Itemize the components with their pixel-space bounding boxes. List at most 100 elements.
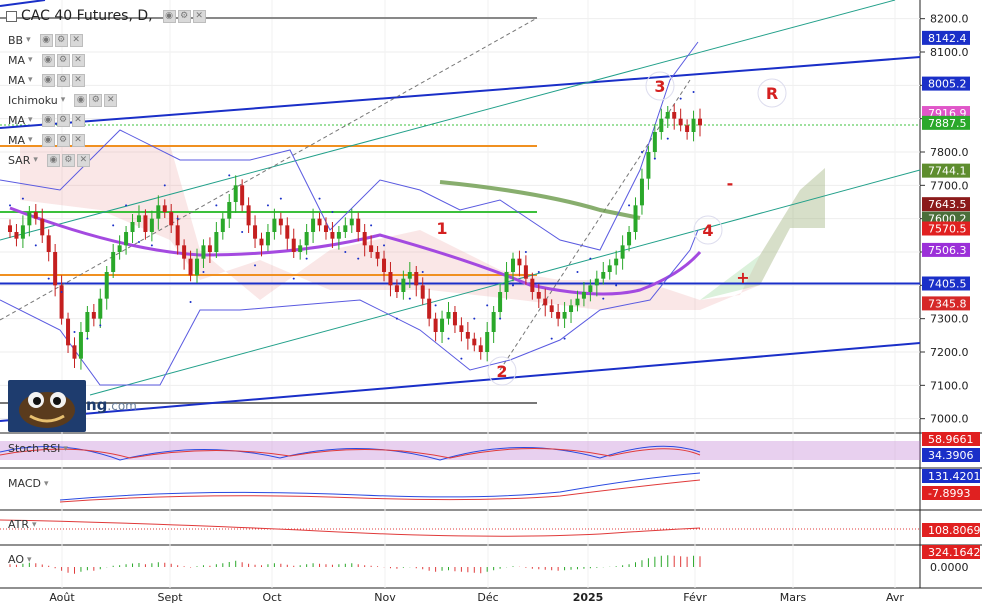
candle-body xyxy=(485,332,490,352)
annotation-label: 2 xyxy=(496,362,507,381)
sar-dot xyxy=(563,337,566,340)
candle-body xyxy=(691,118,696,132)
price-label-text: 8142.4 xyxy=(928,32,967,45)
eye-icon[interactable]: ◉ xyxy=(41,53,55,67)
gear-icon[interactable]: ⚙ xyxy=(177,9,191,23)
candle-body xyxy=(440,318,445,332)
candle-body xyxy=(549,305,554,312)
chevron-down-icon[interactable]: ▾ xyxy=(33,155,38,165)
candle-body xyxy=(91,312,96,319)
sar-dot xyxy=(266,204,269,207)
candle-body xyxy=(665,112,670,119)
chevron-down-icon[interactable]: ▾ xyxy=(32,520,37,530)
indicator-item[interactable]: MA ▾ ◉ ⚙ ✕ xyxy=(8,70,117,90)
candle-body xyxy=(569,305,574,312)
chevron-down-icon[interactable]: ▾ xyxy=(28,115,33,125)
annotation-label: 1 xyxy=(436,219,447,238)
close-icon[interactable]: ✕ xyxy=(71,113,85,127)
gear-icon[interactable]: ⚙ xyxy=(56,53,70,67)
candle-body xyxy=(530,278,535,292)
candle-body xyxy=(311,218,316,232)
candle-body xyxy=(420,285,425,299)
indicator-item[interactable]: MA ▾ ◉ ⚙ ✕ xyxy=(8,50,117,70)
atr-label[interactable]: ATR ▾ xyxy=(8,518,37,531)
close-icon[interactable]: ✕ xyxy=(192,9,206,23)
candle-body xyxy=(698,118,702,126)
collapse-checkbox[interactable] xyxy=(6,10,17,22)
x-tick-label: Sept xyxy=(157,591,183,604)
close-icon[interactable]: ✕ xyxy=(71,73,85,87)
price-chart[interactable]: 8200.08100.08000.07900.07800.07700.07600… xyxy=(0,0,982,604)
candle-body xyxy=(478,345,483,352)
eye-icon[interactable]: ◉ xyxy=(46,153,60,167)
sar-dot xyxy=(73,331,76,333)
logo-mascot-icon xyxy=(19,392,75,428)
ao-label[interactable]: AO ▾ xyxy=(8,553,32,566)
gear-icon[interactable]: ⚙ xyxy=(89,93,103,107)
candle-body xyxy=(685,125,690,132)
annotation-label: 4 xyxy=(702,221,713,240)
indicator-item[interactable]: BB ▾ ◉ ⚙ ✕ xyxy=(8,30,117,50)
sar-dot xyxy=(86,337,89,340)
eye-icon[interactable]: ◉ xyxy=(41,133,55,147)
gear-icon[interactable]: ⚙ xyxy=(56,113,70,127)
close-icon[interactable]: ✕ xyxy=(69,33,83,47)
candle-body xyxy=(433,318,438,332)
y-tick-label: 7200.0 xyxy=(930,346,969,359)
sub-label-text: 108.8069 xyxy=(928,524,981,537)
indicator-item[interactable]: MA ▾ ◉ ⚙ ✕ xyxy=(8,130,117,150)
candle-body xyxy=(195,258,200,276)
chevron-down-icon[interactable]: ▾ xyxy=(27,555,32,565)
sar-dot xyxy=(344,251,347,253)
price-label-text: 7570.5 xyxy=(928,223,967,236)
sar-dot xyxy=(524,251,527,253)
stoch-rsi-label[interactable]: Stoch RSI ▾ xyxy=(8,442,68,455)
close-icon[interactable]: ✕ xyxy=(104,93,118,107)
gear-icon[interactable]: ⚙ xyxy=(54,33,68,47)
indicator-item[interactable]: Ichimoku ▾ ◉ ⚙ ✕ xyxy=(8,90,118,110)
candle-body xyxy=(627,232,632,246)
sar-dot xyxy=(125,204,128,207)
chevron-down-icon[interactable]: ▾ xyxy=(26,35,31,45)
sar-dot xyxy=(47,277,50,280)
sar-dot xyxy=(640,151,643,153)
candle-body xyxy=(104,272,109,299)
stoch-rsi-name: Stoch RSI xyxy=(8,442,61,455)
candle-body xyxy=(652,132,657,152)
chevron-down-icon[interactable]: ▾ xyxy=(61,95,66,105)
chevron-down-icon[interactable]: ▾ xyxy=(28,55,33,65)
chevron-down-icon[interactable]: ▾ xyxy=(28,75,33,85)
candle-body xyxy=(298,245,303,252)
candle-body xyxy=(175,225,180,246)
indicator-item[interactable]: SAR ▾ ◉ ⚙ ✕ xyxy=(8,150,117,170)
close-icon[interactable]: ✕ xyxy=(71,53,85,67)
x-tick-label: Févr xyxy=(683,591,707,604)
chevron-down-icon[interactable]: ▾ xyxy=(28,135,33,145)
chevron-down-icon[interactable]: ▾ xyxy=(44,479,49,489)
eye-icon[interactable]: ◉ xyxy=(39,33,53,47)
sar-dot xyxy=(357,257,360,260)
gear-icon[interactable]: ⚙ xyxy=(61,153,75,167)
candle-body xyxy=(556,312,561,319)
gear-icon[interactable]: ⚙ xyxy=(56,133,70,147)
eye-icon[interactable]: ◉ xyxy=(41,113,55,127)
eye-icon[interactable]: ◉ xyxy=(162,9,176,23)
sar-dot xyxy=(9,204,11,207)
close-icon[interactable]: ✕ xyxy=(76,153,90,167)
candle-body xyxy=(78,332,83,359)
candle-body xyxy=(678,118,683,126)
eye-icon[interactable]: ◉ xyxy=(41,73,55,87)
gear-icon[interactable]: ⚙ xyxy=(56,73,70,87)
indicator-name: MA xyxy=(8,133,26,147)
close-icon[interactable]: ✕ xyxy=(71,133,85,147)
candle-body xyxy=(407,272,412,279)
sar-dot xyxy=(550,337,553,340)
sar-dot xyxy=(628,204,631,207)
macd-label[interactable]: MACD ▾ xyxy=(8,477,49,490)
sar-dot xyxy=(331,211,334,213)
eye-icon[interactable]: ◉ xyxy=(74,93,88,107)
candle-body xyxy=(156,205,161,219)
sar-dot xyxy=(112,224,115,227)
indicator-item[interactable]: MA ▾ ◉ ⚙ ✕ xyxy=(8,110,117,130)
chevron-down-icon[interactable]: ▾ xyxy=(63,444,68,454)
